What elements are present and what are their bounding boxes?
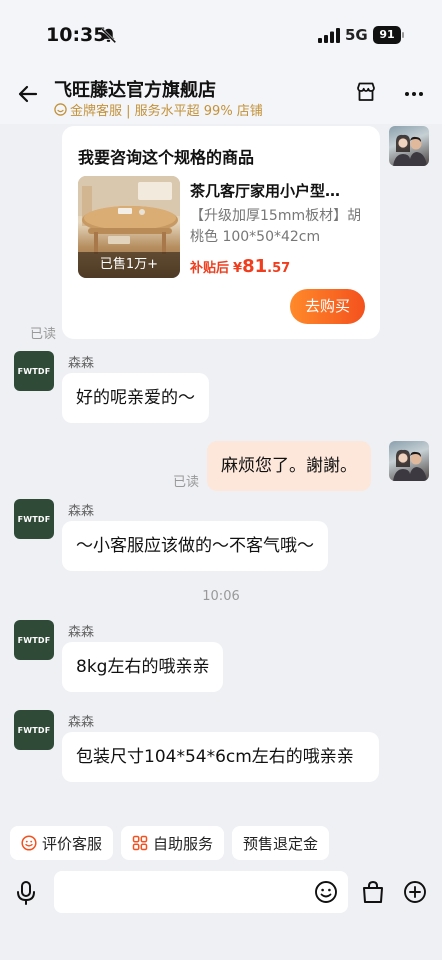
more-icon[interactable] [402, 82, 426, 106]
rate-service-chip[interactable]: 评价客服 [10, 826, 114, 860]
price-currency: ¥ [233, 261, 243, 276]
product-name[interactable]: 茶几客厅家用小户型… [190, 180, 370, 201]
grid-icon [132, 835, 148, 851]
network-label: 5G [345, 26, 368, 44]
shop-avatar[interactable]: FWTDF [14, 351, 54, 391]
deposit-refund-label: 预售退定金 [243, 834, 319, 853]
sender-name: 森森 [68, 356, 95, 371]
price-label: 补贴后 [190, 261, 230, 276]
shop-subtitle: 金牌客服 | 服务水平超 99% 店铺 [54, 100, 263, 119]
read-receipt: 已读 [173, 475, 200, 490]
product-spec: 【升级加厚15mm板材】胡桃色 100*50*42cm [190, 208, 362, 245]
self-service-label: 自助服务 [153, 834, 214, 853]
smile-badge-icon [54, 103, 67, 116]
microphone-icon[interactable] [14, 880, 38, 906]
quick-actions: 评价客服 自助服务 预售退定金 [10, 826, 330, 860]
buy-button[interactable]: 去购买 [290, 289, 365, 324]
sold-count: 已售1万+ [78, 252, 180, 278]
status-bar: 10:35 5G 91 [0, 0, 442, 66]
message-bubble[interactable]: ～小客服应该做的～不客气哦～ [62, 521, 328, 571]
status-time: 10:35 [46, 24, 107, 46]
message-bubble[interactable]: 8kg左右的哦亲亲 [62, 642, 224, 692]
price-integer: 81 [242, 256, 268, 277]
sender-name: 森森 [68, 625, 95, 640]
battery-level: 91 [373, 26, 401, 44]
read-receipt: 已读 [30, 327, 57, 342]
product-inquiry-card[interactable]: 我要咨询这个规格的商品 已售1万+ 茶几客厅家用小户型… 【升级加厚15mm板材… [62, 126, 380, 339]
shop-avatar[interactable]: FWTDF [14, 620, 54, 660]
back-arrow-icon[interactable] [16, 82, 40, 106]
shopping-bag-icon[interactable] [361, 879, 385, 905]
bell-muted-icon [100, 27, 117, 44]
smile-icon [21, 835, 37, 851]
battery-icon: 91 [373, 26, 404, 44]
shop-avatar[interactable]: FWTDF [14, 710, 54, 750]
shop-subtitle-text: 金牌客服 | 服务水平超 99% 店铺 [70, 104, 263, 119]
user-avatar[interactable] [389, 126, 429, 166]
deposit-refund-chip[interactable]: 预售退定金 [232, 826, 330, 860]
emoji-icon[interactable] [314, 880, 338, 904]
product-price: 补贴后 ¥ 81 .57 [190, 256, 290, 277]
message-bubble[interactable]: 包装尺寸104*54*6cm左右的哦亲亲 [62, 732, 379, 782]
plus-icon[interactable] [403, 880, 427, 904]
shop-name[interactable]: 飞旺藤达官方旗舰店 [54, 76, 216, 102]
product-card-title: 我要咨询这个规格的商品 [78, 148, 255, 167]
rate-service-label: 评价客服 [42, 834, 103, 853]
price-decimal: .57 [267, 261, 291, 276]
chat-header: 飞旺藤达官方旗舰店 金牌客服 | 服务水平超 99% 店铺 [0, 66, 442, 124]
signal-icon [318, 28, 340, 43]
input-bar [0, 866, 442, 960]
message-bubble[interactable]: 好的呢亲爱的～ [62, 373, 209, 423]
sender-name: 森森 [68, 504, 95, 519]
self-message-bubble[interactable]: 麻烦您了。謝謝。 [207, 441, 371, 491]
shop-avatar[interactable]: FWTDF [14, 499, 54, 539]
message-input[interactable] [54, 871, 348, 913]
sender-name: 森森 [68, 715, 95, 730]
user-avatar[interactable] [389, 441, 429, 481]
product-image[interactable]: 已售1万+ [78, 176, 180, 278]
time-separator: 10:06 [202, 589, 240, 604]
self-service-chip[interactable]: 自助服务 [121, 826, 225, 860]
store-icon[interactable] [354, 80, 378, 104]
